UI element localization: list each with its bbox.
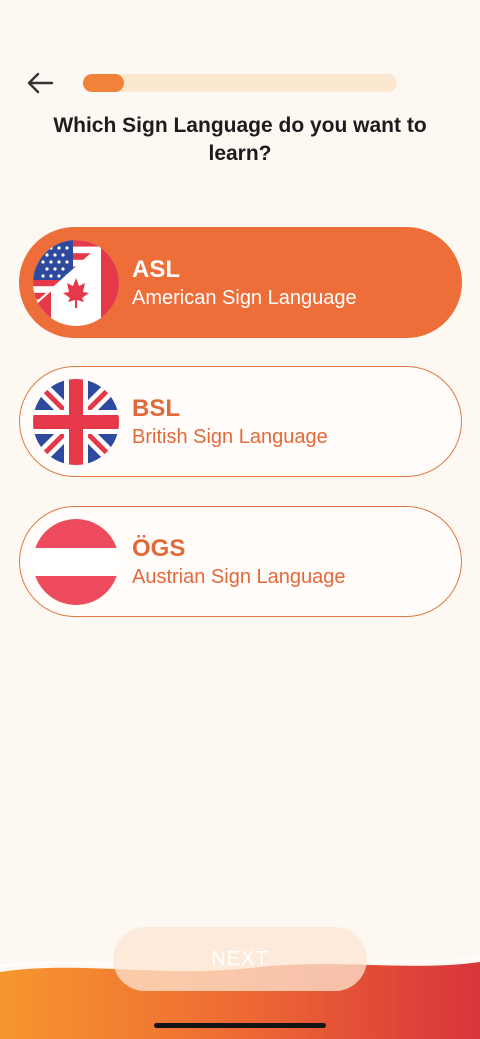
option-ogs[interactable]: ÖGS Austrian Sign Language	[19, 506, 462, 617]
back-button[interactable]	[26, 70, 54, 96]
uk-flag-icon	[33, 379, 119, 465]
option-name: Austrian Sign Language	[132, 566, 346, 588]
option-code: ASL	[132, 256, 180, 283]
us-canada-flag-icon	[33, 240, 119, 326]
progress-bar	[83, 74, 397, 92]
arrow-left-icon	[27, 72, 54, 94]
option-asl[interactable]: ASL American Sign Language	[19, 227, 462, 338]
option-name: American Sign Language	[132, 287, 357, 309]
progress-bar-fill	[83, 74, 124, 92]
option-code: ÖGS	[132, 535, 186, 562]
option-code: BSL	[132, 395, 180, 422]
option-name: British Sign Language	[132, 426, 328, 448]
page-title: Which Sign Language do you want to learn…	[53, 114, 427, 165]
option-bsl[interactable]: BSL British Sign Language	[19, 366, 462, 477]
austria-flag-icon	[33, 519, 119, 605]
home-indicator	[154, 1023, 326, 1028]
next-button[interactable]: NEXT	[113, 927, 367, 991]
